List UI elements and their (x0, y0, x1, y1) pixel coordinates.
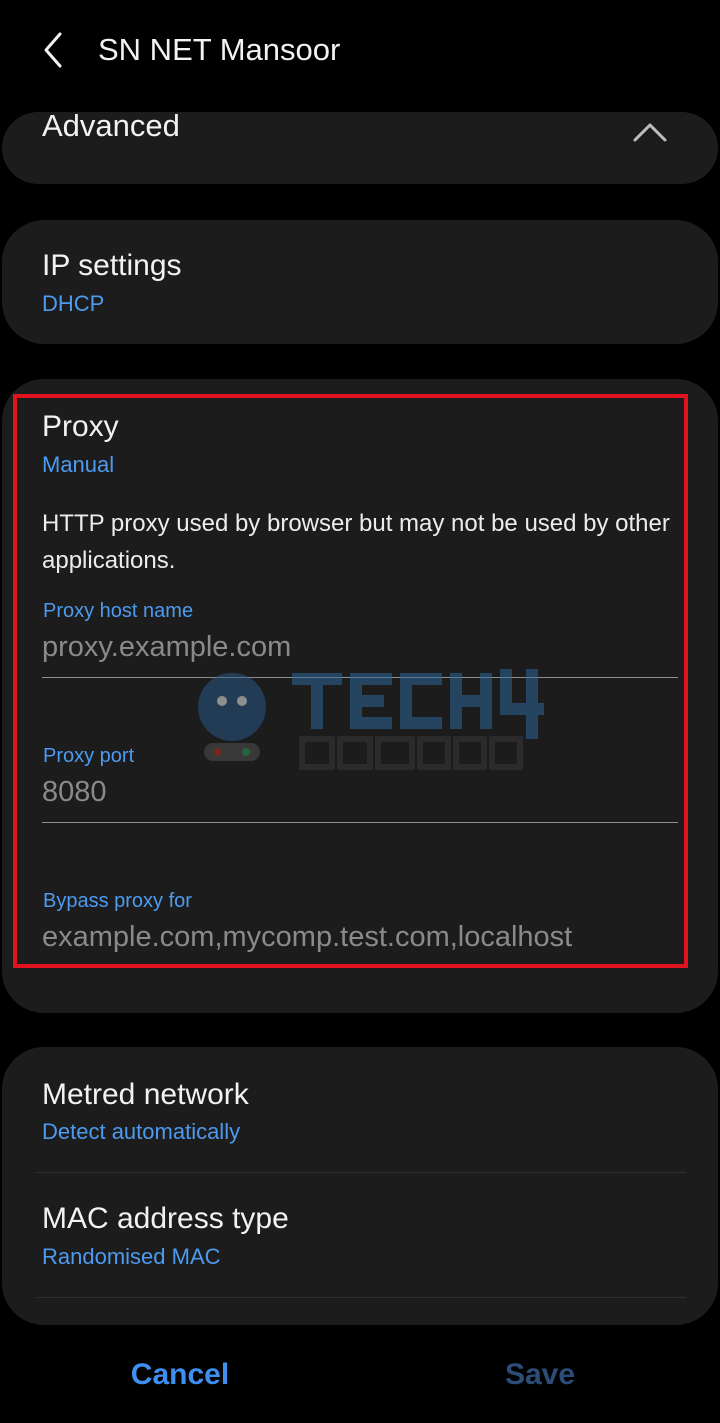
cancel-button[interactable]: Cancel (80, 1350, 280, 1400)
page-title: SN NET Mansoor (98, 32, 341, 67)
advanced-section[interactable]: Advanced (2, 108, 718, 184)
divider (36, 1297, 686, 1298)
save-button[interactable]: Save (440, 1350, 640, 1400)
chevron-up-icon (633, 123, 667, 142)
back-button[interactable] (36, 28, 76, 72)
metered-network-value: Detect automatically (42, 1119, 241, 1144)
mac-address-type-title: MAC address type (42, 1202, 289, 1235)
ip-settings-value: DHCP (42, 291, 105, 316)
ip-settings-item[interactable]: IP settings DHCP (2, 220, 718, 344)
mac-address-type-item[interactable]: MAC address type Randomised MAC (2, 1173, 718, 1297)
network-options-section: Metred network Detect automatically MAC … (2, 1047, 718, 1325)
app-header: SN NET Mansoor (0, 0, 720, 100)
ip-settings-title: IP settings (42, 249, 182, 282)
metered-network-item[interactable]: Metred network Detect automatically (2, 1047, 718, 1172)
collapse-advanced-button[interactable] (626, 112, 674, 152)
chevron-left-icon (44, 32, 62, 68)
highlight-annotation-box (13, 394, 688, 968)
wifi-network-settings-screen: SN NET Mansoor Advanced IP settings DHCP… (0, 0, 720, 1423)
metered-network-title: Metred network (42, 1078, 249, 1111)
advanced-label: Advanced (42, 108, 180, 143)
mac-address-type-value: Randomised MAC (42, 1244, 221, 1269)
